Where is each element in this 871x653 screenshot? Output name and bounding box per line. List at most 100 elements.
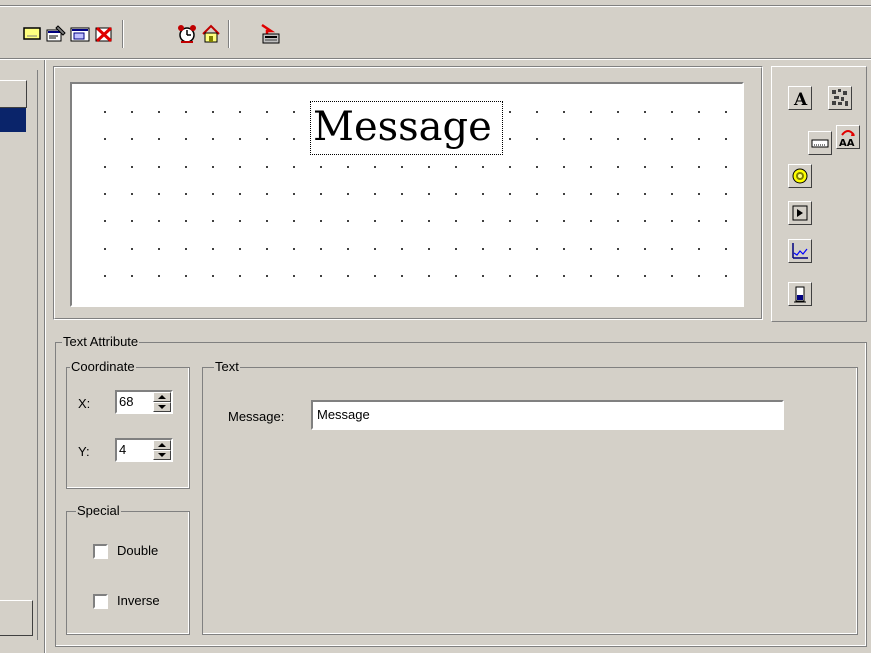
text-tool-icon: A — [793, 90, 808, 107]
new-screen-button[interactable] — [20, 22, 44, 46]
grid-dot — [131, 138, 133, 141]
grid-dot — [239, 165, 241, 168]
grid-dot — [563, 111, 565, 113]
svg-text:AA: AA — [839, 138, 855, 147]
y-spinner[interactable]: 4 — [115, 438, 173, 462]
grid-dot — [104, 111, 106, 113]
grid-dot — [401, 274, 403, 277]
grid-dot — [590, 274, 592, 277]
download-button[interactable] — [258, 22, 282, 46]
text-tool-button[interactable]: A — [788, 86, 812, 110]
inverse-label[interactable]: Inverse — [117, 593, 160, 609]
message-input[interactable]: Message — [311, 400, 784, 430]
canvas-text-object[interactable]: Message — [310, 101, 503, 155]
lamp-button[interactable] — [788, 164, 812, 188]
y-value[interactable]: 4 — [119, 442, 126, 458]
grid-dot — [617, 165, 619, 168]
grid-dot — [401, 165, 403, 168]
arrow-down-icon — [158, 453, 166, 457]
alarm-button[interactable] — [175, 22, 199, 46]
grid-dot — [212, 220, 214, 223]
grid-dot — [266, 165, 268, 168]
properties-icon — [46, 25, 66, 42]
screen-tree-header[interactable] — [0, 80, 27, 108]
x-value[interactable]: 68 — [119, 394, 133, 410]
grid-dot — [239, 247, 241, 250]
x-decrement-button[interactable] — [153, 402, 171, 412]
bitmap-tool-button[interactable] — [828, 86, 852, 110]
alarm-clock-icon — [178, 25, 196, 43]
grid-dot — [239, 192, 241, 195]
grid-dot — [293, 138, 295, 141]
grid-dot — [320, 247, 322, 250]
y-increment-button[interactable] — [153, 440, 171, 450]
grid-dot — [563, 220, 565, 223]
grid-dot — [185, 274, 187, 277]
grid-dot — [131, 165, 133, 168]
double-label[interactable]: Double — [117, 543, 158, 559]
grid-dot — [509, 111, 511, 113]
y-decrement-button[interactable] — [153, 450, 171, 460]
grid-dot — [104, 138, 106, 141]
grid-dot — [428, 220, 430, 223]
x-spin-buttons — [153, 392, 171, 412]
grid-dot — [185, 111, 187, 113]
bar-graph-button[interactable] — [788, 282, 812, 306]
x-spinner[interactable]: 68 — [115, 390, 173, 414]
grid-dot — [617, 274, 619, 277]
grid-dot — [293, 247, 295, 250]
properties-button[interactable] — [44, 22, 68, 46]
screen-tree-button[interactable] — [0, 600, 33, 636]
grid-dot — [401, 247, 403, 250]
grid-dot — [671, 274, 673, 277]
grid-dot — [347, 192, 349, 195]
trend-chart-button[interactable] — [788, 239, 812, 263]
grid-dot — [158, 192, 160, 195]
grid-dot — [536, 274, 538, 277]
grid-dot — [293, 192, 295, 195]
double-checkbox[interactable] — [93, 544, 108, 559]
delete-screen-icon — [95, 26, 113, 43]
grid-dot — [644, 247, 646, 250]
button-icon — [792, 205, 808, 221]
grid-dot — [104, 165, 106, 168]
x-increment-button[interactable] — [153, 392, 171, 402]
splitter[interactable] — [44, 60, 46, 653]
grid-dot — [131, 247, 133, 250]
grid-dot — [536, 247, 538, 250]
arrow-up-icon — [158, 395, 166, 399]
grid-dot — [104, 274, 106, 277]
grid-dot — [563, 192, 565, 195]
special-title: Special — [76, 503, 121, 518]
grid-dot — [509, 247, 511, 250]
bar-graph-icon — [794, 286, 806, 303]
screen-tree-selected-item[interactable] — [0, 108, 26, 132]
grid-dot — [482, 192, 484, 195]
screen-list-button[interactable] — [68, 22, 92, 46]
grid-dot — [725, 111, 727, 113]
grid-dot — [212, 192, 214, 195]
grid-dot — [644, 138, 646, 141]
font-size-button[interactable]: AA — [836, 125, 860, 149]
inverse-checkbox[interactable] — [93, 594, 108, 609]
grid-dot — [698, 247, 700, 250]
input-field-button[interactable] — [808, 131, 832, 155]
grid-dot — [293, 274, 295, 277]
grid-dot — [563, 138, 565, 141]
grid-dot — [725, 220, 727, 223]
grid-dot — [536, 220, 538, 223]
grid-dot — [563, 274, 565, 277]
home-button[interactable] — [199, 22, 223, 46]
grid-dot — [239, 138, 241, 141]
grid-dot — [320, 192, 322, 195]
grid-dot — [428, 165, 430, 168]
toolbar-separator — [122, 20, 124, 48]
grid-dot — [455, 192, 457, 195]
grid-dot — [455, 274, 457, 277]
button-object-button[interactable] — [788, 201, 812, 225]
object-toolbox — [771, 66, 867, 322]
delete-screen-button[interactable] — [92, 22, 116, 46]
grid-dot — [158, 165, 160, 168]
grid-dot — [725, 138, 727, 141]
grid-dot — [158, 247, 160, 250]
